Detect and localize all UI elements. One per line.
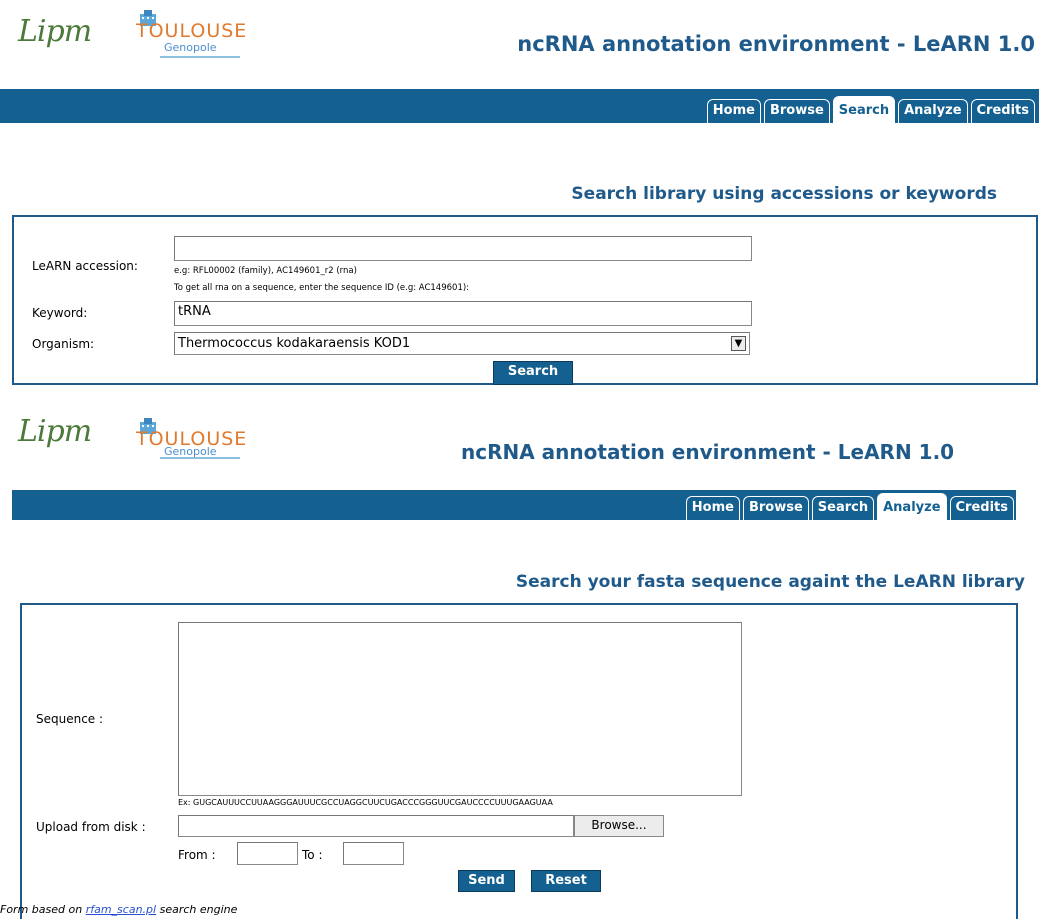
nav-bar: Home Browse Search Analyze Credits (12, 490, 1016, 520)
search-form-panel: LeARN accession: e.g: RFL00002 (family),… (12, 215, 1038, 385)
accession-label: LeARN accession: (32, 259, 138, 273)
genopole-text: Genopole (164, 41, 217, 54)
section-title: Search your fasta sequence againt the Le… (515, 572, 1025, 592)
toulouse-text: TOULOUSE (136, 20, 248, 42)
nav-bar: Home Browse Search Analyze Credits (0, 89, 1039, 123)
to-input[interactable] (343, 842, 404, 865)
from-label: From : (178, 848, 216, 862)
tab-browse[interactable]: Browse (742, 496, 809, 520)
tab-browse[interactable]: Browse (763, 99, 830, 123)
organism-select[interactable]: Thermococcus kodakaraensis KOD1 ▼ (174, 332, 750, 355)
sequence-id-hint: To get all rna on a sequence, enter the … (174, 283, 470, 293)
sequence-textarea[interactable] (178, 622, 742, 796)
accession-hint: e.g: RFL00002 (family), AC149601_r2 (rna… (174, 266, 357, 276)
section-title: Search library using accessions or keywo… (571, 184, 997, 204)
accession-input[interactable] (174, 236, 752, 261)
sequence-label: Sequence : (36, 712, 104, 726)
lipm-logo: Lipm (18, 414, 92, 449)
organism-selected-value: Thermococcus kodakaraensis KOD1 (178, 335, 411, 351)
footer-note: Form based on rfam_scan.pl search engine (0, 903, 238, 916)
toulouse-genopole-logo: TOULOUSE Genopole (130, 418, 250, 459)
fasta-form-panel: Sequence : Ex: GUGCAUUUCCUUAAGGGAUUUCGCC… (20, 603, 1018, 919)
tab-analyze[interactable]: Analyze (898, 99, 968, 123)
keyword-label: Keyword: (32, 306, 88, 320)
nav-tabs: Home Browse Search Analyze Credits (685, 493, 1014, 520)
reset-button[interactable]: Reset (531, 870, 601, 892)
site-title: ncRNA annotation environment - LeARN 1.0 (461, 440, 955, 464)
upload-file-input[interactable] (178, 815, 574, 837)
lipm-logo: Lipm (18, 14, 92, 49)
tab-home[interactable]: Home (685, 496, 740, 520)
browse-button[interactable]: Browse... (574, 815, 664, 837)
nav-tabs: Home Browse Search Analyze Credits (706, 96, 1035, 123)
tab-search[interactable]: Search (832, 96, 896, 123)
chevron-down-icon[interactable]: ▼ (731, 336, 746, 351)
sequence-example: Ex: GUGCAUUUCCUUAAGGGAUUUCGCCUAGGCUUCUGA… (178, 798, 553, 807)
organism-label: Organism: (32, 337, 95, 351)
search-button[interactable]: Search (493, 361, 573, 385)
upload-label: Upload from disk : (36, 820, 146, 834)
send-button[interactable]: Send (458, 870, 515, 892)
tab-search[interactable]: Search (811, 496, 875, 520)
from-input[interactable] (237, 842, 298, 865)
rfam-scan-link[interactable]: rfam_scan.pl (86, 903, 156, 916)
toulouse-genopole-logo: TOULOUSE Genopole (130, 10, 250, 58)
site-title: ncRNA annotation environment - LeARN 1.0 (517, 32, 1035, 56)
keyword-input[interactable]: tRNA (174, 301, 752, 326)
to-label: To : (302, 848, 323, 862)
tab-home[interactable]: Home (706, 99, 761, 123)
tab-credits[interactable]: Credits (970, 99, 1035, 123)
tab-credits[interactable]: Credits (949, 496, 1014, 520)
tab-analyze[interactable]: Analyze (877, 493, 947, 520)
